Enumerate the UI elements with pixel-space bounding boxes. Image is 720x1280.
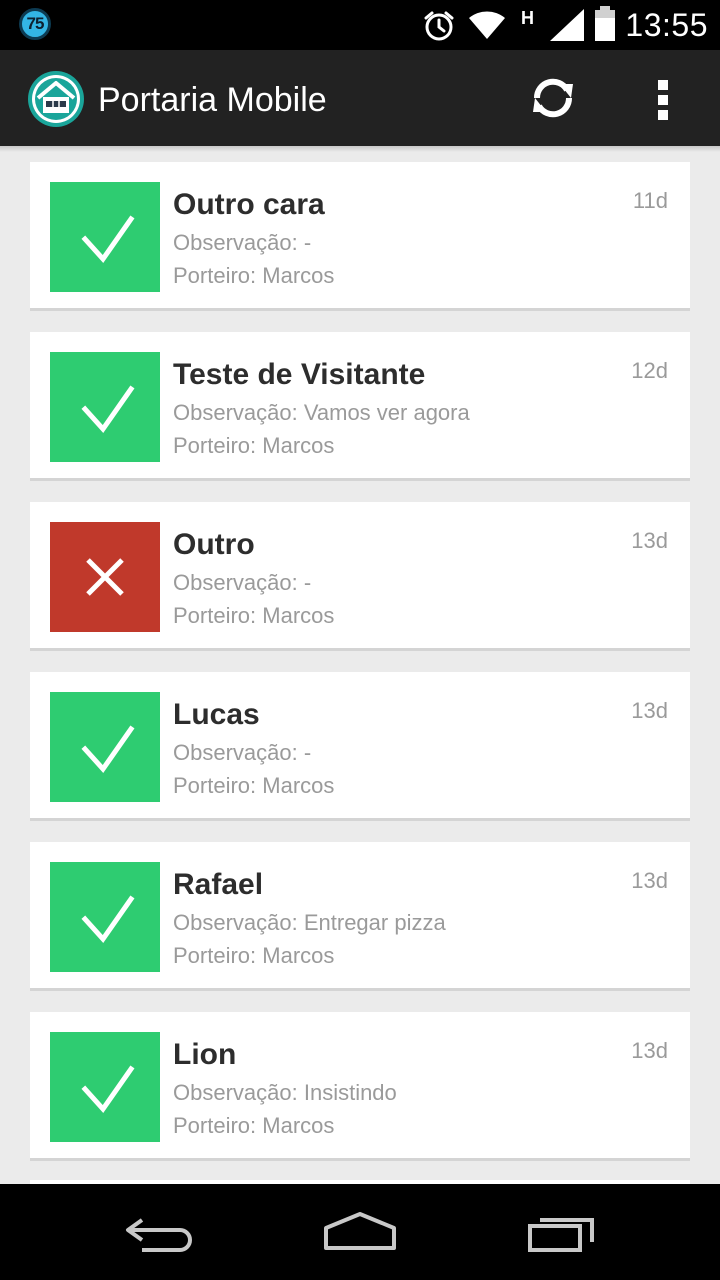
visit-card[interactable]: Rafael Observação: Entregar pizza Portei… xyxy=(30,842,690,991)
visit-card[interactable]: Outro Observação: - Porteiro: Marcos 13d xyxy=(30,502,690,651)
visitor-name: Teste de Visitante xyxy=(173,358,426,391)
visitor-name: Outro cara xyxy=(173,188,325,221)
visit-age: 11d xyxy=(632,188,668,213)
visit-observation: Observação: - xyxy=(173,740,312,765)
visit-observation: Observação: Vamos ver agora xyxy=(173,400,470,425)
visit-card[interactable]: Lion Observação: Insistindo Porteiro: Ma… xyxy=(30,1012,690,1161)
app-title: Portaria Mobile xyxy=(98,81,327,119)
visit-age: 13d xyxy=(631,1038,668,1063)
visit-card[interactable]: Teste de Visitante Observação: Vamos ver… xyxy=(30,332,690,481)
visit-list[interactable]: Outro cara Observação: - Porteiro: Marco… xyxy=(0,146,720,1184)
approved-check-icon xyxy=(50,692,160,802)
visit-porteiro: Porteiro: Marcos xyxy=(173,263,335,288)
clock: 13:55 xyxy=(625,7,708,43)
visit-observation: Observação: Insistindo xyxy=(173,1080,397,1105)
battery-icon xyxy=(595,6,615,41)
alarm-icon xyxy=(424,11,454,41)
visit-age: 13d xyxy=(631,528,668,553)
visit-card[interactable]: Lucas Observação: - Porteiro: Marcos 13d xyxy=(30,672,690,821)
visit-observation: Observação: - xyxy=(173,570,312,595)
approved-check-icon xyxy=(50,182,160,292)
home-icon[interactable] xyxy=(320,1208,400,1256)
visitor-name: Rafael xyxy=(173,868,264,901)
refresh-icon[interactable] xyxy=(527,72,579,124)
visit-card[interactable]: Outro cara Observação: - Porteiro: Marco… xyxy=(30,162,690,311)
visit-age: 12d xyxy=(631,358,668,383)
recent-apps-icon[interactable] xyxy=(522,1208,602,1256)
visitor-name: Lion xyxy=(173,1038,237,1071)
notification-badge: 75 xyxy=(19,8,51,40)
app-home-icon[interactable] xyxy=(27,70,85,128)
status-bar: 75 H 13:55 xyxy=(0,0,720,50)
visitor-name: Outro xyxy=(173,528,255,561)
visit-porteiro: Porteiro: Marcos xyxy=(173,773,335,798)
navigation-bar xyxy=(0,1184,720,1280)
approved-check-icon xyxy=(50,862,160,972)
visit-porteiro: Porteiro: Marcos xyxy=(173,1113,335,1138)
approved-check-icon xyxy=(50,1032,160,1142)
visit-porteiro: Porteiro: Marcos xyxy=(173,433,335,458)
approved-check-icon xyxy=(50,352,160,462)
visitor-name: Lucas xyxy=(173,698,260,731)
denied-x-icon xyxy=(50,522,160,632)
network-type-label: H xyxy=(521,8,534,28)
signal-icon xyxy=(550,9,584,41)
visit-age: 13d xyxy=(631,698,668,723)
wifi-icon xyxy=(469,11,505,40)
action-bar-shadow xyxy=(0,146,720,152)
visit-age: 13d xyxy=(631,868,668,893)
visit-porteiro: Porteiro: Marcos xyxy=(173,943,335,968)
overflow-menu-icon[interactable] xyxy=(645,78,681,122)
action-bar: Portaria Mobile xyxy=(0,50,720,146)
back-icon[interactable] xyxy=(120,1208,200,1256)
visit-porteiro: Porteiro: Marcos xyxy=(173,603,335,628)
visit-observation: Observação: - xyxy=(173,230,312,255)
visit-observation: Observação: Entregar pizza xyxy=(173,910,446,935)
